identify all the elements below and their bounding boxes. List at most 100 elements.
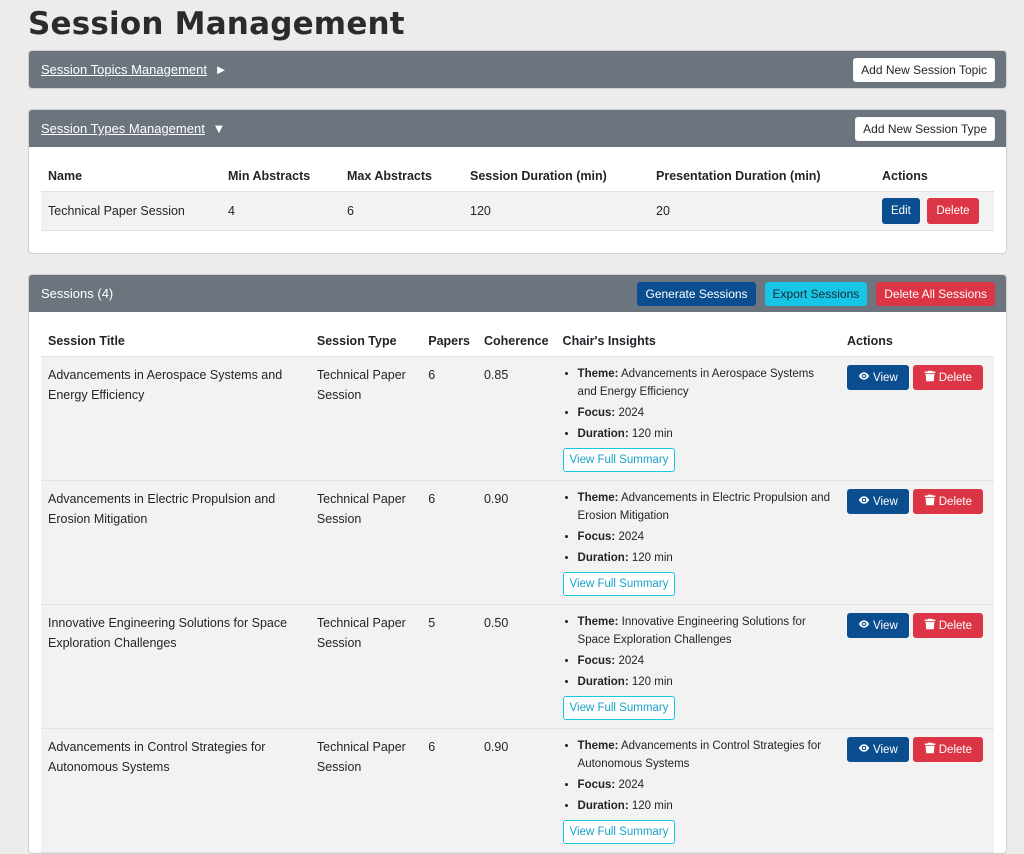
delete-label: Delete — [938, 620, 972, 632]
chairs-insights: Theme: Advancements in Electric Propulsi… — [556, 481, 840, 605]
insight-theme: Theme: Innovative Engineering Solutions … — [578, 613, 833, 649]
session-types-toggle-link[interactable]: Session Types Management — [41, 121, 205, 136]
session-type: Technical Paper Session — [316, 616, 406, 650]
add-session-topic-button[interactable]: Add New Session Topic — [853, 57, 995, 82]
eye-icon — [858, 744, 870, 752]
col-papers: Papers — [428, 334, 470, 348]
sessions-header-row: Session Title Session Type Papers Cohere… — [41, 324, 994, 357]
focus-value: 2024 — [618, 655, 645, 667]
session-types-header: Session Types Management ▼ Add New Sessi… — [29, 110, 1006, 147]
sessions-card: Sessions (4) Generate Sessions Export Se… — [28, 274, 1007, 854]
session-topics-header: Session Topics Management ► Add New Sess… — [29, 51, 1006, 88]
view-full-summary-button[interactable]: View Full Summary — [562, 696, 676, 720]
insight-focus: Focus: 2024 — [578, 528, 833, 546]
delete-session-button[interactable]: Delete — [912, 489, 983, 514]
view-full-summary-button[interactable]: View Full Summary — [562, 820, 676, 844]
duration-value: 120 min — [631, 428, 673, 440]
session-type: Technical Paper Session — [316, 492, 406, 526]
session-coherence: 0.85 — [483, 368, 509, 382]
add-session-type-button[interactable]: Add New Session Type — [855, 116, 995, 141]
session-topics-card: Session Topics Management ► Add New Sess… — [28, 50, 1007, 89]
view-full-summary-button[interactable]: View Full Summary — [562, 448, 676, 472]
focus-label: Focus: — [577, 779, 616, 791]
type-min: 4 — [228, 204, 235, 218]
session-topics-toggle-link[interactable]: Session Topics Management — [41, 62, 207, 77]
delete-label: Delete — [938, 372, 972, 384]
insight-duration: Duration: 120 min — [578, 673, 833, 691]
edit-type-button[interactable]: Edit — [882, 198, 920, 224]
delete-all-sessions-button[interactable]: Delete All Sessions — [876, 281, 995, 306]
theme-label: Theme: — [577, 492, 619, 504]
duration-value: 120 min — [631, 676, 673, 688]
delete-label: Delete — [938, 744, 972, 756]
trash-icon — [924, 742, 935, 754]
insight-focus: Focus: 2024 — [578, 652, 833, 670]
view-session-button[interactable]: View — [847, 489, 909, 514]
sessions-header: Sessions (4) Generate Sessions Export Se… — [29, 275, 1006, 312]
col-session-duration: Session Duration (min) — [470, 169, 607, 183]
delete-session-button[interactable]: Delete — [912, 737, 983, 762]
eye-icon — [858, 496, 870, 504]
sessions-title: Sessions (4) — [41, 286, 114, 301]
col-session-type: Session Type — [316, 334, 397, 348]
focus-value: 2024 — [618, 779, 645, 791]
page-container: Session Management Session Topics Manage… — [0, 0, 1024, 854]
insight-focus: Focus: 2024 — [578, 776, 833, 794]
collapsed-arrow-icon[interactable]: ► — [215, 62, 228, 77]
chairs-insights: Theme: Innovative Engineering Solutions … — [556, 605, 840, 729]
expanded-arrow-icon[interactable]: ▼ — [212, 121, 225, 136]
delete-session-button[interactable]: Delete — [912, 613, 983, 638]
type-session-duration: 120 — [470, 204, 491, 218]
session-coherence: 0.90 — [483, 492, 509, 506]
session-papers: 5 — [428, 616, 436, 630]
session-types-table: Name Min Abstracts Max Abstracts Session… — [41, 159, 994, 231]
view-session-button[interactable]: View — [847, 613, 909, 638]
session-types-card: Session Types Management ▼ Add New Sessi… — [28, 109, 1007, 254]
insight-duration: Duration: 120 min — [578, 425, 833, 443]
view-session-button[interactable]: View — [847, 737, 909, 762]
col-presentation-duration: Presentation Duration (min) — [656, 169, 821, 183]
duration-label: Duration: — [577, 552, 629, 564]
session-actions: View Delete — [840, 729, 994, 853]
focus-value: 2024 — [618, 531, 645, 543]
session-type: Technical Paper Session — [316, 368, 406, 402]
view-session-button[interactable]: View — [847, 365, 909, 390]
session-actions: View Delete — [840, 481, 994, 605]
insights-list: Theme: Advancements in Electric Propulsi… — [563, 489, 833, 567]
duration-label: Duration: — [577, 676, 629, 688]
view-label: View — [873, 744, 898, 756]
col-chairs-insights: Chair's Insights — [562, 334, 656, 348]
insight-theme: Theme: Advancements in Control Strategie… — [578, 737, 833, 773]
session-types-header-row: Name Min Abstracts Max Abstracts Session… — [41, 159, 994, 192]
insight-theme: Theme: Advancements in Electric Propulsi… — [578, 489, 833, 525]
session-papers: 6 — [428, 368, 436, 382]
session-papers: 6 — [428, 740, 436, 754]
col-session-title: Session Title — [48, 334, 125, 348]
duration-value: 120 min — [631, 800, 673, 812]
session-coherence: 0.50 — [483, 616, 509, 630]
session-title: Advancements in Electric Propulsion and … — [48, 492, 276, 526]
page-title: Session Management — [28, 6, 405, 42]
view-label: View — [873, 620, 898, 632]
focus-value: 2024 — [618, 407, 645, 419]
view-full-summary-button[interactable]: View Full Summary — [562, 572, 676, 596]
duration-label: Duration: — [577, 428, 629, 440]
generate-sessions-button[interactable]: Generate Sessions — [637, 281, 756, 306]
session-types-toggle[interactable]: Session Types Management ▼ — [41, 121, 225, 136]
session-title: Advancements in Control Strategies for A… — [48, 740, 266, 774]
session-type: Technical Paper Session — [316, 740, 406, 774]
view-label: View — [873, 496, 898, 508]
sessions-body: Session Title Session Type Papers Cohere… — [29, 312, 1006, 853]
sessions-table: Session Title Session Type Papers Cohere… — [41, 324, 994, 853]
col-min-abstracts: Min Abstracts — [228, 169, 311, 183]
delete-session-button[interactable]: Delete — [912, 365, 983, 390]
theme-label: Theme: — [577, 368, 619, 380]
export-sessions-button[interactable]: Export Sessions — [764, 281, 868, 306]
session-papers: 6 — [428, 492, 436, 506]
delete-type-button[interactable]: Delete — [927, 198, 979, 224]
focus-label: Focus: — [577, 531, 616, 543]
trash-icon — [924, 370, 935, 382]
chairs-insights: Theme: Advancements in Aerospace Systems… — [556, 357, 840, 481]
insights-list: Theme: Advancements in Aerospace Systems… — [563, 365, 833, 443]
session-topics-toggle[interactable]: Session Topics Management ► — [41, 62, 227, 77]
